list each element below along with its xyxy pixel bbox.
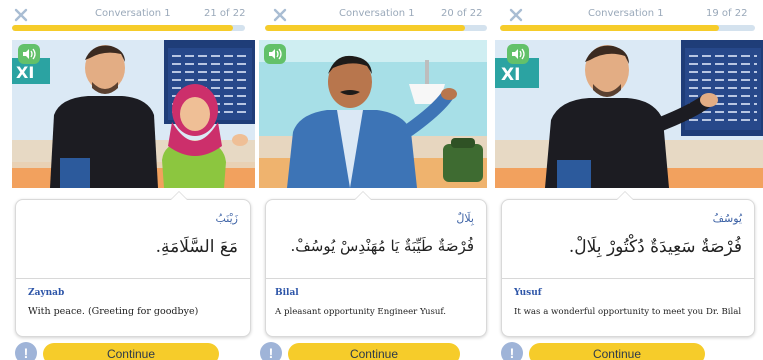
conversation-panel-1: Conversation 1 21 of 22 XI زَيْنَبُ مَعَ… bbox=[0, 0, 255, 360]
step-counter: 20 of 22 bbox=[441, 8, 483, 19]
continue-button[interactable]: Continue bbox=[288, 343, 460, 360]
conversation-title: Conversation 1 bbox=[339, 8, 415, 19]
speaker-name-arabic: يُوسُفُ bbox=[712, 212, 742, 225]
info-icon[interactable]: ! bbox=[15, 342, 37, 360]
scene-illustration: XI bbox=[12, 40, 255, 188]
dialogue-line-arabic: فُرْصَةٌ سَعِيدَةٌ دُكْتُورْ بِلَالْ. bbox=[568, 237, 742, 257]
step-counter: 19 of 22 bbox=[706, 8, 748, 19]
scene-illustration bbox=[259, 40, 487, 188]
progress-bar bbox=[12, 25, 245, 31]
conversation-title: Conversation 1 bbox=[588, 8, 664, 19]
close-icon[interactable] bbox=[12, 6, 30, 24]
speaker-name-english: Yusuf bbox=[514, 288, 542, 298]
dialogue-card: بِلَالٌ فُرْصَةٌ طَيِّبَةٌ يَا مُهَنْدِس… bbox=[265, 191, 487, 337]
svg-text:XI: XI bbox=[16, 63, 34, 82]
speaker-name-english: Zaynab bbox=[28, 288, 65, 298]
progress-bar bbox=[265, 25, 487, 31]
speaker-name-english: Bilal bbox=[275, 288, 299, 298]
continue-button[interactable]: Continue bbox=[529, 343, 705, 360]
info-icon[interactable]: ! bbox=[501, 342, 523, 360]
dialogue-card: زَيْنَبُ مَعَ السَّلَامَةِ. Zaynab With … bbox=[15, 191, 251, 337]
conversation-panel-3: Conversation 1 19 of 22 XI يُوسُفُ فُرْص… bbox=[495, 0, 763, 360]
conversation-title: Conversation 1 bbox=[95, 8, 171, 19]
speaker-icon[interactable] bbox=[507, 44, 529, 64]
close-icon[interactable] bbox=[271, 6, 289, 24]
speaker-icon[interactable] bbox=[264, 44, 286, 64]
scene-illustration: XI bbox=[495, 40, 763, 188]
dialogue-translation: With peace. (Greeting for goodbye) bbox=[28, 306, 199, 317]
conversation-panel-2: Conversation 1 20 of 22 بِلَالٌ فُرْصَةٌ… bbox=[259, 0, 491, 360]
info-icon[interactable]: ! bbox=[260, 342, 282, 360]
speaker-name-arabic: زَيْنَبُ bbox=[215, 212, 239, 225]
continue-button[interactable]: Continue bbox=[43, 343, 219, 360]
card-divider bbox=[266, 278, 486, 279]
dialogue-line-arabic: مَعَ السَّلَامَةِ. bbox=[155, 237, 238, 257]
step-counter: 21 of 22 bbox=[204, 8, 246, 19]
progress-bar bbox=[500, 25, 755, 31]
dialogue-translation: It was a wonderful opportunity to meet y… bbox=[514, 307, 742, 317]
dialogue-card: يُوسُفُ فُرْصَةٌ سَعِيدَةٌ دُكْتُورْ بِل… bbox=[501, 191, 755, 337]
dialogue-translation: A pleasant opportunity Engineer Yusuf. bbox=[275, 307, 447, 317]
card-divider bbox=[502, 278, 754, 279]
speaker-name-arabic: بِلَالٌ bbox=[456, 212, 474, 225]
speaker-icon[interactable] bbox=[18, 44, 40, 64]
svg-text:XI: XI bbox=[501, 65, 520, 85]
close-icon[interactable] bbox=[507, 6, 525, 24]
dialogue-line-arabic: فُرْصَةٌ طَيِّبَةٌ يَا مُهَنْدِسْ يُوسُف… bbox=[290, 237, 474, 255]
card-divider bbox=[16, 278, 250, 279]
